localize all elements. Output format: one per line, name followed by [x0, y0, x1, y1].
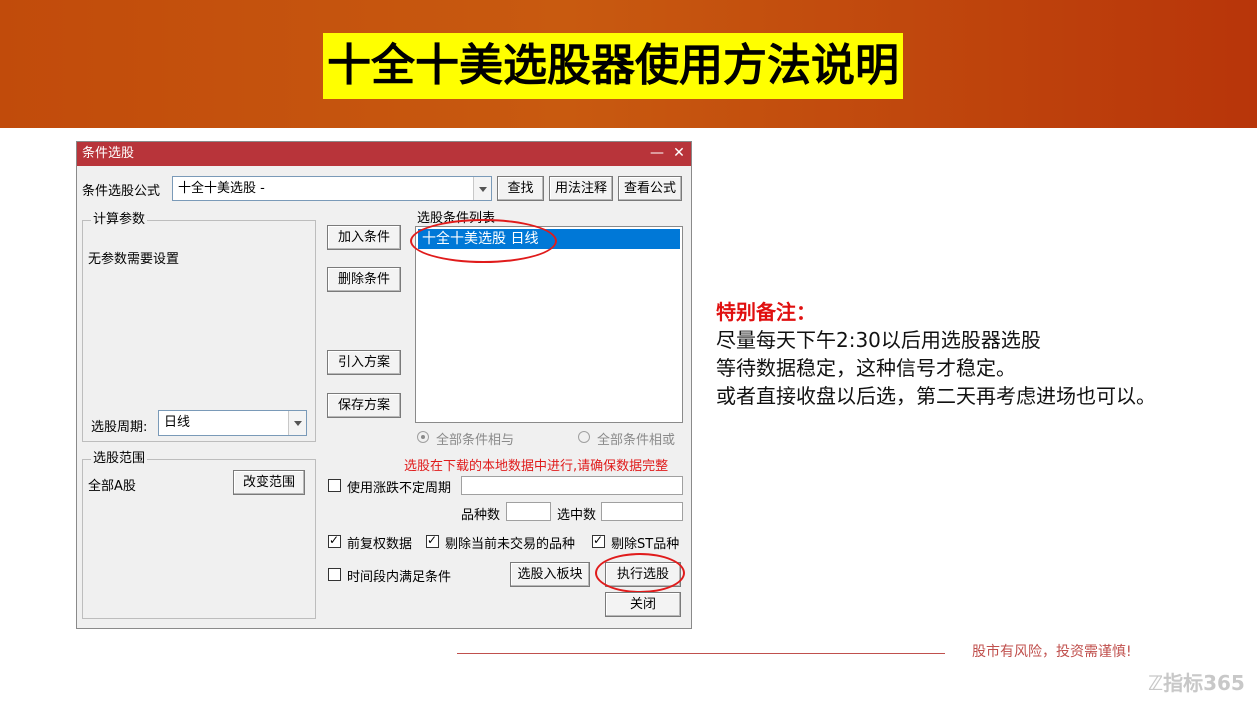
dialog-titlebar: 条件选股 — ✕ — [77, 142, 691, 166]
notes-block: 特别备注： 尽量每天下午2:30以后用选股器选股 等待数据稳定，这种信号才稳定。… — [716, 298, 1156, 410]
watermark-text: 指标365 — [1163, 671, 1245, 695]
condition-select-dialog: 条件选股 — ✕ 条件选股公式 十全十美选股 - 查找 用法注释 查看公式 计算… — [76, 141, 692, 629]
change-range-button[interactable]: 改变范围 — [233, 470, 305, 495]
close-icon[interactable]: ✕ — [669, 142, 689, 164]
find-button[interactable]: 查找 — [497, 176, 544, 201]
period-value: 日线 — [164, 415, 191, 430]
chevron-down-icon[interactable] — [473, 177, 491, 200]
add-to-block-button[interactable]: 选股入板块 — [510, 562, 590, 587]
formula-combo[interactable]: 十全十美选股 - — [172, 176, 492, 201]
period-condition-label: 时间段内满足条件 — [347, 570, 452, 585]
note-line: 等待数据稳定，这种信号才稳定。 — [716, 356, 1016, 380]
range-legend: 选股范围 — [91, 451, 148, 467]
forward-adjust-label: 前复权数据 — [347, 537, 413, 552]
add-condition-button[interactable]: 加入条件 — [327, 225, 401, 250]
highlight-circle — [410, 219, 557, 263]
count-field — [506, 502, 551, 521]
divider-line — [457, 653, 945, 654]
exclude-st-checkbox[interactable] — [592, 533, 605, 548]
use-float-label: 使用涨跌不定周期 — [347, 481, 452, 496]
all-or-label: 全部条件相或 — [597, 433, 676, 448]
dialog-title: 条件选股 — [82, 146, 135, 161]
risk-disclaimer: 股市有风险，投资需谨慎! — [972, 644, 1132, 660]
note-line: 尽量每天下午2:30以后用选股器选股 — [716, 328, 1041, 352]
period-combo[interactable]: 日线 — [158, 410, 307, 436]
data-warning: 选股在下载的本地数据中进行,请确保数据完整 — [404, 459, 669, 474]
float-period-input[interactable] — [461, 476, 683, 495]
chevron-down-icon[interactable] — [288, 411, 306, 435]
no-params-text: 无参数需要设置 — [88, 252, 180, 267]
save-plan-button[interactable]: 保存方案 — [327, 393, 401, 418]
usage-note-button[interactable]: 用法注释 — [549, 176, 613, 201]
range-group: 选股范围 全部A股 改变范围 — [82, 451, 316, 619]
minimize-icon[interactable]: — — [647, 142, 667, 164]
delete-condition-button[interactable]: 删除条件 — [327, 267, 401, 292]
note-line: 或者直接收盘以后选，第二天再考虑进场也可以。 — [716, 384, 1156, 408]
watermark: ℤ指标365 — [1148, 667, 1245, 696]
watermark-logo-icon: ℤ — [1148, 671, 1164, 695]
view-formula-button[interactable]: 查看公式 — [618, 176, 682, 201]
range-value: 全部A股 — [88, 479, 136, 494]
period-condition-checkbox[interactable] — [328, 568, 341, 581]
notes-heading: 特别备注： — [716, 300, 816, 324]
formula-value: 十全十美选股 - — [178, 181, 265, 196]
selected-field — [601, 502, 683, 521]
selected-label: 选中数 — [557, 508, 597, 523]
import-plan-button[interactable]: 引入方案 — [327, 350, 401, 375]
calc-params-legend: 计算参数 — [91, 212, 148, 228]
slide-title: 十全十美选股器使用方法说明 — [323, 33, 903, 99]
close-button[interactable]: 关闭 — [605, 592, 681, 617]
forward-adjust-checkbox[interactable] — [328, 533, 341, 548]
calc-params-group: 计算参数 无参数需要设置 选股周期: 日线 — [82, 212, 316, 442]
period-label: 选股周期: — [91, 420, 148, 435]
all-and-radio[interactable] — [417, 431, 429, 443]
formula-label: 条件选股公式 — [82, 184, 161, 199]
use-float-checkbox[interactable] — [328, 479, 341, 492]
exclude-untraded-label: 剔除当前未交易的品种 — [445, 537, 576, 552]
exclude-st-label: 剔除ST品种 — [611, 537, 680, 552]
exclude-untraded-checkbox[interactable] — [426, 533, 439, 548]
highlight-circle — [595, 553, 685, 593]
all-and-label: 全部条件相与 — [436, 433, 515, 448]
count-label: 品种数 — [461, 508, 501, 523]
all-or-radio[interactable] — [578, 431, 590, 443]
